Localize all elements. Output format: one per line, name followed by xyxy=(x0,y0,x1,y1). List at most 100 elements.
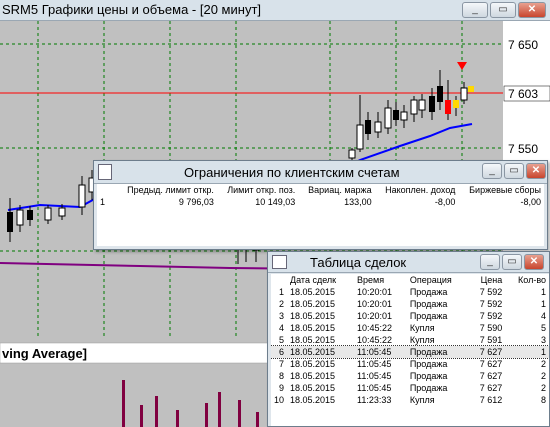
candle xyxy=(16,209,24,226)
candle xyxy=(400,111,408,121)
volume-bar xyxy=(205,403,208,427)
quantity-cell: 5 xyxy=(540,323,546,333)
column-header[interactable]: Лимит откр. поз. xyxy=(216,184,299,196)
table-icon xyxy=(272,255,287,269)
restore-button[interactable]: ▭ xyxy=(504,163,524,179)
row-number: 9 xyxy=(279,383,285,393)
table-row[interactable]: 1 9 796,03 10 149,03 133,00 -8,00 -8,00 xyxy=(97,196,544,208)
fees-cell: -8,00 xyxy=(520,197,541,207)
candle xyxy=(460,87,468,101)
row-number: 5 xyxy=(279,335,285,345)
indicator-title: ving Average] xyxy=(2,346,87,361)
table-row[interactable]: 8 18.05.2015 11:05:45 Продажа 7 627 2 xyxy=(271,370,549,382)
candle xyxy=(437,86,443,102)
quantity-cell: 2 xyxy=(540,371,546,381)
time-cell: 11:05:45 xyxy=(357,383,392,393)
date-cell: 18.05.2015 xyxy=(290,383,336,393)
column-header[interactable]: Дата сделк xyxy=(287,274,355,286)
quantity-cell: 1 xyxy=(540,347,546,357)
candle xyxy=(356,124,364,150)
table-row[interactable]: 9 18.05.2015 11:05:45 Продажа 7 627 2 xyxy=(271,382,549,394)
deals-titlebar[interactable]: Таблица сделок _ ▭ ✕ xyxy=(268,252,549,273)
quantity-cell: 4 xyxy=(540,311,546,321)
operation-cell: Продажа xyxy=(409,347,448,357)
table-row[interactable]: 1 18.05.2015 10:20:01 Продажа 7 592 1 xyxy=(271,286,549,298)
row-number: 8 xyxy=(279,371,285,381)
candle xyxy=(410,99,418,115)
restore-button[interactable]: ▭ xyxy=(502,254,522,270)
limits-window: Ограничения по клиентским счетам _ ▭ ✕ П… xyxy=(93,160,548,250)
limits-table: Предыд. лимит откр. Лимит откр. поз. Вар… xyxy=(97,184,544,208)
limits-titlebar[interactable]: Ограничения по клиентским счетам _ ▭ ✕ xyxy=(94,161,547,184)
candle xyxy=(27,210,33,220)
volume-bar xyxy=(218,392,221,427)
volume-bar xyxy=(256,412,259,427)
column-header[interactable]: Операция xyxy=(406,274,469,286)
column-header[interactable]: Накоплен. доход xyxy=(374,184,459,196)
table-row[interactable]: 3 18.05.2015 10:20:01 Продажа 7 592 4 xyxy=(271,310,549,322)
quantity-cell: 3 xyxy=(540,335,546,345)
candle xyxy=(348,149,356,159)
candle xyxy=(429,96,435,112)
time-cell: 11:05:45 xyxy=(357,347,392,357)
date-cell: 18.05.2015 xyxy=(290,359,336,369)
close-button[interactable]: ✕ xyxy=(526,163,546,179)
table-row[interactable]: 6 18.05.2015 11:05:45 Продажа 7 627 1 xyxy=(271,345,549,359)
price-cell: 7 627 xyxy=(479,359,503,369)
limits-window-title: Ограничения по клиентским счетам xyxy=(184,165,400,180)
price-cell: 7 592 xyxy=(479,287,503,297)
operation-cell: Продажа xyxy=(409,359,448,369)
price-cell: 7 591 xyxy=(479,335,503,345)
column-header[interactable]: Вариац. маржа xyxy=(298,184,375,196)
operation-cell: Продажа xyxy=(409,371,448,381)
price-cell: 7 592 xyxy=(479,311,503,321)
column-header[interactable] xyxy=(97,184,115,196)
quantity-cell: 2 xyxy=(540,359,546,369)
price-cell: 7 590 xyxy=(479,323,503,333)
quantity-cell: 1 xyxy=(540,287,546,297)
column-header[interactable]: Время xyxy=(354,274,407,286)
price-label: 7 550 xyxy=(508,142,538,156)
price-cell: 7 592 xyxy=(479,299,503,309)
table-header: Дата сделк Время Операция Цена Кол-во xyxy=(271,274,549,286)
candle xyxy=(374,121,382,133)
table-row[interactable]: 10 18.05.2015 11:23:33 Купля 7 612 8 xyxy=(271,394,549,406)
table-row[interactable]: 4 18.05.2015 10:45:22 Купля 7 590 5 xyxy=(271,322,549,334)
time-cell: 11:23:33 xyxy=(357,395,392,405)
date-cell: 18.05.2015 xyxy=(290,347,336,357)
column-header[interactable] xyxy=(271,274,288,286)
prev-limit-cell: 9 796,03 xyxy=(178,197,214,207)
time-cell: 10:45:22 xyxy=(357,335,393,345)
current-price-label: 7 603 xyxy=(508,87,538,101)
row-number: 1 xyxy=(100,197,106,207)
deals-window-title: Таблица сделок xyxy=(310,255,407,270)
candle xyxy=(365,120,371,134)
column-header[interactable]: Кол-во xyxy=(505,274,549,286)
date-cell: 18.05.2015 xyxy=(290,287,336,297)
price-cell: 7 627 xyxy=(479,383,503,393)
minimize-button[interactable]: _ xyxy=(482,163,502,179)
table-header: Предыд. лимит откр. Лимит откр. поз. Вар… xyxy=(97,184,544,196)
candle xyxy=(468,86,474,92)
date-cell: 18.05.2015 xyxy=(290,323,336,333)
operation-cell: Продажа xyxy=(409,383,448,393)
candle xyxy=(418,99,426,111)
minimize-button[interactable]: _ xyxy=(480,254,500,270)
close-button[interactable]: ✕ xyxy=(524,254,544,270)
date-cell: 18.05.2015 xyxy=(290,371,336,381)
operation-cell: Купля xyxy=(409,335,435,345)
margin-cell: 133,00 xyxy=(344,197,372,207)
table-row[interactable]: 7 18.05.2015 11:05:45 Продажа 7 627 2 xyxy=(271,358,549,370)
candle xyxy=(44,207,52,221)
volume-bar xyxy=(140,405,143,427)
deals-table: Дата сделк Время Операция Цена Кол-во 11… xyxy=(271,274,549,406)
table-row[interactable]: 5 18.05.2015 10:45:22 Купля 7 591 3 xyxy=(271,334,549,346)
column-header[interactable]: Предыд. лимит откр. xyxy=(115,184,217,196)
quantity-cell: 1 xyxy=(540,299,546,309)
row-number: 3 xyxy=(279,311,285,321)
table-row[interactable]: 2 18.05.2015 10:20:01 Продажа 7 592 1 xyxy=(271,298,549,310)
column-header[interactable]: Биржевые сборы xyxy=(458,184,544,196)
time-cell: 11:05:45 xyxy=(357,359,392,369)
time-cell: 10:20:01 xyxy=(357,287,393,297)
column-header[interactable]: Цена xyxy=(468,274,506,286)
